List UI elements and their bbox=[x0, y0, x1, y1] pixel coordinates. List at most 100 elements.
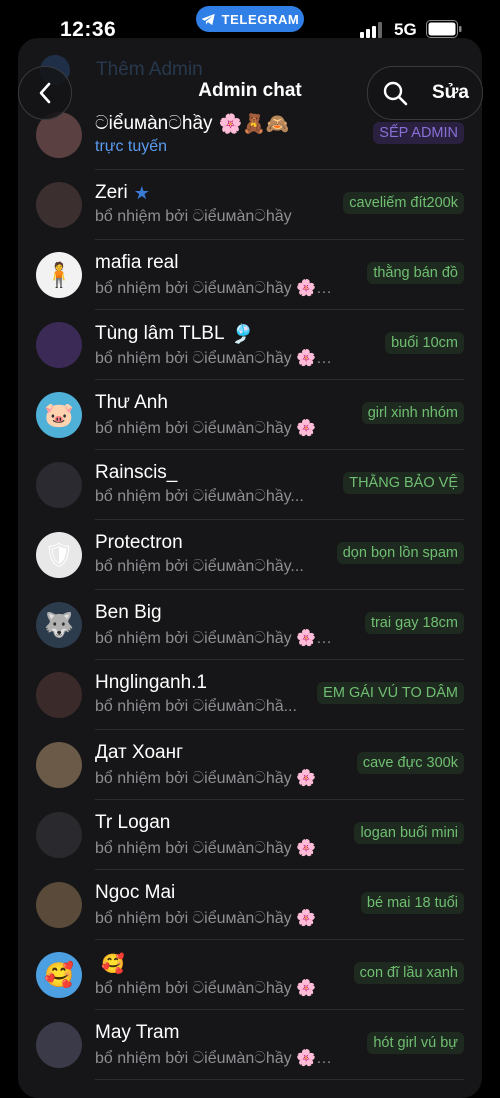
admin-row[interactable]: Zeri ★ bổ nhiệm bởi ටiểuᴍànටhầy caveliếm đí… bbox=[18, 170, 482, 240]
admin-name: May Tram bbox=[95, 1022, 185, 1044]
admin-subtitle: bổ nhiệm bởi ටiểuᴍànටhầy 🌸🧸 bbox=[95, 630, 335, 647]
admin-name: Zeri ★ bbox=[95, 182, 156, 204]
admin-row[interactable]: May Tram bổ nhiệm bởi ටiểuᴍànටhầy 🌸🧸 hót g… bbox=[18, 1010, 482, 1080]
admin-subtitle: bổ nhiệm bởi ටiểuᴍànටhầy 🌸 bbox=[95, 910, 316, 927]
admin-name-emoji: 🌸🧸🙈 bbox=[218, 114, 290, 135]
admin-subtitle: bổ nhiệm bởi ටiểuᴍànටhầy 🌸🧸 bbox=[95, 350, 335, 367]
avatar bbox=[36, 182, 82, 228]
battery-icon bbox=[426, 20, 462, 38]
admin-subtitle: bổ nhiệm bởi ටiểuᴍànටhầy bbox=[95, 208, 292, 225]
avatar bbox=[36, 462, 82, 508]
admin-name: Ngoc Mai bbox=[95, 882, 181, 904]
admin-name: ටiểuᴍànටhầy 🌸🧸🙈 bbox=[95, 112, 290, 136]
admin-subtitle: trực tuyến bbox=[95, 138, 168, 155]
admin-title-badge: con đĩ lầu xanh bbox=[353, 962, 464, 984]
admin-row[interactable]: Rainscis_ bổ nhiệm bởi ටiểuᴍànටhầy... THẰN… bbox=[18, 450, 482, 520]
admin-row[interactable]: 🥰 🥰 bổ nhiệm bởi ටiểuᴍànටhầy 🌸 con đĩ lầu x… bbox=[18, 940, 482, 1010]
admin-name-text: Ngoc Mai bbox=[95, 882, 176, 903]
avatar: 🥰 bbox=[36, 952, 82, 998]
admin-name-text: ටiểuᴍànටhầy bbox=[95, 113, 213, 134]
admin-row[interactable]: 🧍 mafia real bổ nhiệm bởi ටiểuᴍànටhầy 🌸🧸 th… bbox=[18, 240, 482, 310]
search-icon bbox=[383, 81, 408, 106]
admin-subtitle: bổ nhiệm bởi ටiểuᴍànටhầy 🌸 bbox=[95, 840, 316, 857]
admin-name-text: Thư Anh bbox=[95, 392, 168, 413]
signal-icon bbox=[360, 22, 382, 38]
edit-button[interactable]: Sửa bbox=[432, 82, 469, 104]
avatar: 🧍 bbox=[36, 252, 82, 298]
admin-title-badge: dọn bọn lồn spam bbox=[336, 542, 464, 564]
admin-row[interactable]: Ngoc Mai bổ nhiệm bởi ටiểuᴍànටhầy 🌸 bé mai… bbox=[18, 870, 482, 940]
admin-title-badge: THẰNG BẢO VỆ bbox=[343, 472, 464, 494]
add-admin-label: Thêm Admin bbox=[96, 59, 203, 80]
avatar bbox=[36, 742, 82, 788]
admin-subtitle: bổ nhiệm bởi ටiểuᴍànටhầy... bbox=[95, 558, 304, 575]
admin-name-text: Hnglinganh.1 bbox=[95, 672, 207, 693]
admin-row[interactable]: 🐷 Thư Anh bổ nhiệm bởi ටiểuᴍànටhầy 🌸 girl x… bbox=[18, 380, 482, 450]
admin-name: 🥰 bbox=[95, 952, 125, 976]
admin-subtitle: bổ nhiệm bởi ටiểuᴍànටhầy 🌸🧸 bbox=[95, 1050, 335, 1067]
admin-title-badge: hót girl vú bự bbox=[367, 1032, 464, 1054]
telegram-pill[interactable]: TELEGRAM bbox=[196, 6, 304, 32]
admin-title-badge: SẾP ADMIN bbox=[373, 122, 464, 144]
admin-row[interactable]: Tr Logan bổ nhiệm bởi ටiểuᴍànටhầy 🌸 logan … bbox=[18, 800, 482, 870]
admin-name-text: Tr Logan bbox=[95, 812, 171, 833]
admin-name-text: Rainscis_ bbox=[95, 462, 178, 483]
admin-title-badge: thằng bán đồ bbox=[367, 262, 464, 284]
avatar bbox=[36, 322, 82, 368]
admin-subtitle: bổ nhiệm bởi ටiểuᴍànටhầy 🌸 bbox=[95, 770, 316, 787]
admin-name-emoji: 🥰 bbox=[101, 954, 125, 975]
admin-name-text: Protectron bbox=[95, 532, 183, 553]
avatar: 🐺 bbox=[36, 602, 82, 648]
admin-subtitle: bổ nhiệm bởi ටiểuᴍànටhầy 🌸 bbox=[95, 980, 316, 997]
admin-subtitle: bổ nhiệm bởi ටiểuᴍànටhầy 🌸 bbox=[95, 420, 316, 437]
premium-star-icon: ★ bbox=[133, 182, 150, 203]
admin-title-badge: logan buổi mini bbox=[354, 822, 464, 844]
admin-name: Tùng lâm TLBL 🎐 bbox=[95, 322, 254, 346]
telegram-label: TELEGRAM bbox=[221, 11, 300, 27]
avatar: 🐷 bbox=[36, 392, 82, 438]
admin-title-badge: caveliếm đít200k bbox=[343, 192, 464, 214]
telegram-icon bbox=[201, 13, 215, 25]
admin-name-text: Ben Big bbox=[95, 602, 162, 623]
admin-name-text: Tùng lâm TLBL bbox=[95, 323, 225, 344]
avatar bbox=[36, 672, 82, 718]
admin-title-badge: cave đực 300k bbox=[356, 752, 464, 774]
header-actions: Sửa bbox=[367, 66, 483, 120]
admin-title-badge: EM GÁI VÚ TO DÂM bbox=[317, 682, 464, 704]
admin-name: Дат Хоанг bbox=[95, 742, 189, 764]
admin-row[interactable]: 🛡 Protectron bổ nhiệm bởi ටiểuᴍànටhầy... dọ… bbox=[18, 520, 482, 590]
admin-name: Hnglinganh.1 bbox=[95, 672, 213, 694]
admin-name-text: Zeri bbox=[95, 182, 128, 203]
admin-name-text: Дат Хоанг bbox=[95, 742, 184, 763]
admin-subtitle: bổ nhiệm bởi ටiểuᴍànටhầy 🌸🧸 bbox=[95, 280, 335, 297]
admin-name-emoji: 🎐 bbox=[230, 324, 255, 345]
admin-title-badge: trai gay 18cm bbox=[364, 612, 464, 634]
search-button[interactable] bbox=[370, 67, 420, 119]
admin-name: Rainscis_ bbox=[95, 462, 183, 484]
admin-list: ටiểuᴍànටhầy 🌸🧸🙈 trực tuyến SẾP ADMIN Zeri ★ bổ… bbox=[18, 100, 482, 1080]
admin-subtitle: bổ nhiệm bởi ටiểuᴍànටhầ... bbox=[95, 698, 297, 715]
admin-subtitle: bổ nhiệm bởi ටiểuᴍànටhầy... bbox=[95, 488, 304, 505]
avatar: 🛡 bbox=[36, 532, 82, 578]
admin-title-badge: bé mai 18 tuổi bbox=[360, 892, 464, 914]
admin-name: Protectron bbox=[95, 532, 189, 554]
back-button[interactable] bbox=[18, 66, 72, 120]
admin-title-badge: buổi 10cm bbox=[385, 332, 464, 354]
page-title: Admin chat bbox=[198, 80, 302, 101]
admin-row[interactable]: 🐺 Ben Big bổ nhiệm bởi ටiểuᴍànටhầy 🌸🧸 trai … bbox=[18, 590, 482, 660]
admin-name: mafia real bbox=[95, 252, 184, 274]
admin-name-text: mafia real bbox=[95, 252, 179, 273]
avatar bbox=[36, 882, 82, 928]
admin-name: Ben Big bbox=[95, 602, 168, 624]
admin-name: Thư Anh bbox=[95, 392, 174, 414]
avatar bbox=[36, 1022, 82, 1068]
admin-row[interactable]: Tùng lâm TLBL 🎐 bổ nhiệm bởi ටiểuᴍànටhầy 🌸… bbox=[18, 310, 482, 380]
admin-row[interactable]: Hnglinganh.1 bổ nhiệm bởi ටiểuᴍànටhầ... EM… bbox=[18, 660, 482, 730]
network-label: 5G bbox=[394, 20, 417, 39]
admin-name: Tr Logan bbox=[95, 812, 176, 834]
admin-name-text: May Tram bbox=[95, 1022, 180, 1043]
chevron-left-icon bbox=[39, 82, 51, 104]
row-divider bbox=[95, 1079, 464, 1080]
admin-row[interactable]: Дат Хоанг bổ nhiệm bởi ටiểuᴍànටhầy 🌸 cave … bbox=[18, 730, 482, 800]
avatar bbox=[36, 812, 82, 858]
